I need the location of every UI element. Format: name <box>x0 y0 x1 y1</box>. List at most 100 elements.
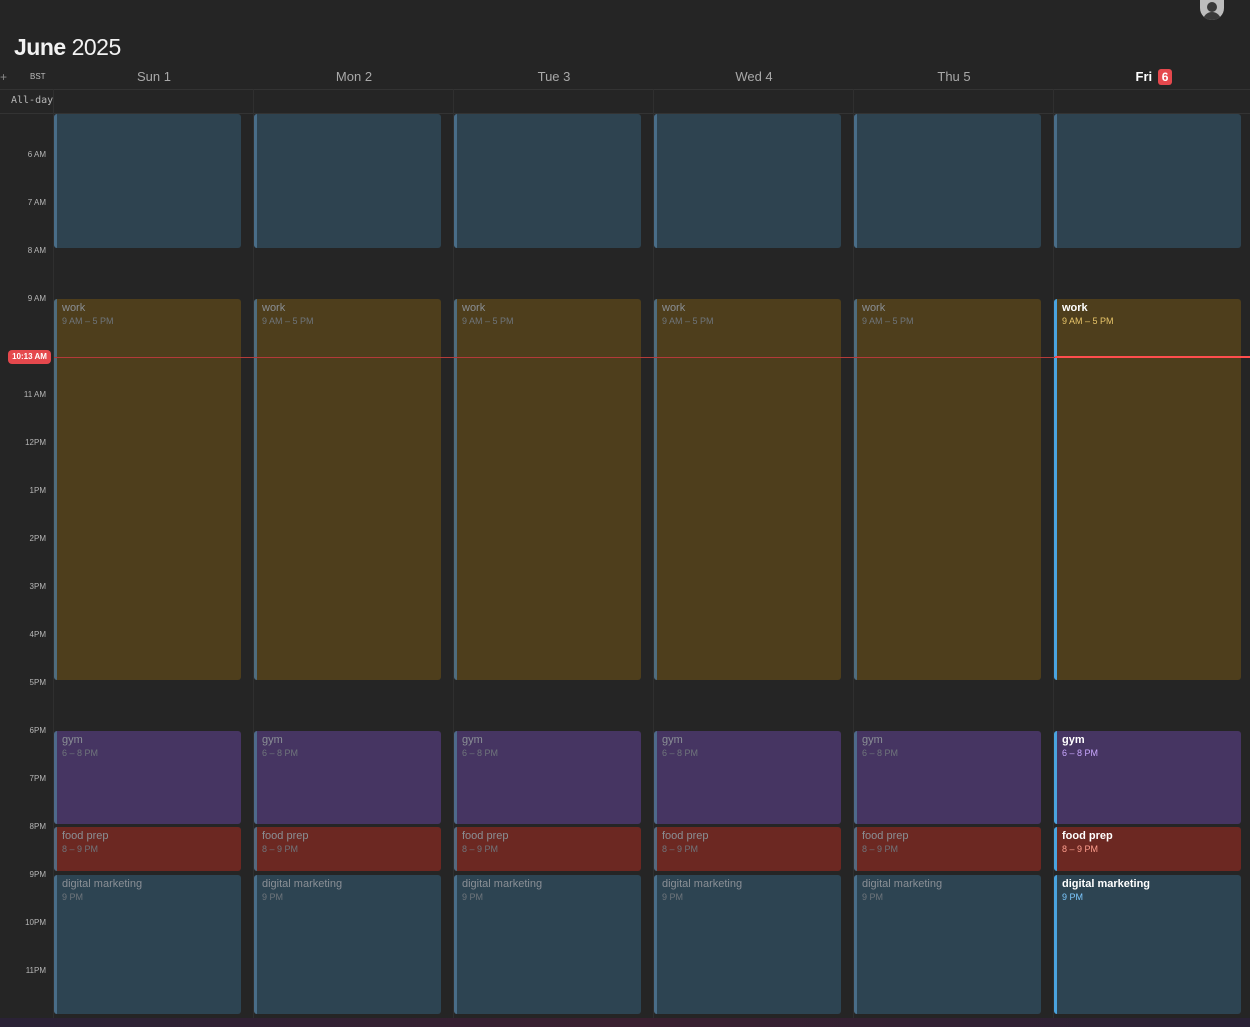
event-title: work <box>262 302 286 314</box>
event-morning-block[interactable] <box>654 114 841 248</box>
user-avatar[interactable] <box>1200 0 1224 20</box>
event-title: digital marketing <box>662 878 743 890</box>
header-divider <box>0 89 1250 90</box>
event-morning-block[interactable] <box>254 114 441 248</box>
event-title: gym <box>462 734 483 746</box>
event-time: 9 PM <box>262 892 284 902</box>
hour-label: 3PM <box>29 582 46 591</box>
event-time: 8 – 9 PM <box>262 844 299 854</box>
day-header-thu[interactable]: Thu 5 <box>854 69 1054 85</box>
event-title: digital marketing <box>262 878 343 890</box>
event-title: work <box>662 302 686 314</box>
event-food-prep[interactable]: food prep 8 – 9 PM <box>254 827 441 871</box>
event-time: 9 AM – 5 PM <box>662 316 714 326</box>
timezone-label: BST <box>30 72 46 81</box>
event-time: 9 PM <box>462 892 484 902</box>
day-header-mon[interactable]: Mon 2 <box>254 69 454 85</box>
event-digital-marketing[interactable]: digital marketing 9 PM <box>254 875 441 1014</box>
event-time: 9 PM <box>62 892 84 902</box>
hour-label: 10PM <box>25 918 46 927</box>
event-time: 6 – 8 PM <box>862 748 899 758</box>
bottom-taskbar <box>0 1018 1250 1027</box>
hour-label: 6PM <box>29 726 46 735</box>
event-food-prep[interactable]: food prep 8 – 9 PM <box>454 827 641 871</box>
event-title: gym <box>1062 734 1085 746</box>
event-title: digital marketing <box>62 878 143 890</box>
hour-label: 11PM <box>25 966 46 975</box>
hour-label: 9PM <box>29 870 46 879</box>
title-year: 2025 <box>71 34 122 60</box>
event-time: 6 – 8 PM <box>262 748 299 758</box>
event-digital-marketing[interactable]: digital marketing 9 PM <box>854 875 1041 1014</box>
event-morning-block[interactable] <box>854 114 1041 248</box>
event-time: 6 – 8 PM <box>662 748 699 758</box>
event-food-prep-today[interactable]: food prep 8 – 9 PM <box>1054 827 1241 871</box>
day-header-tue[interactable]: Tue 3 <box>454 69 654 85</box>
event-title: food prep <box>862 830 909 842</box>
event-morning-block[interactable] <box>1054 114 1241 248</box>
hour-label: 5PM <box>29 678 46 687</box>
day-header-sun[interactable]: Sun 1 <box>54 69 254 85</box>
event-gym[interactable]: gym 6 – 8 PM <box>254 731 441 824</box>
event-digital-marketing[interactable]: digital marketing 9 PM <box>54 875 241 1014</box>
event-food-prep[interactable]: food prep 8 – 9 PM <box>54 827 241 871</box>
event-time: 6 – 8 PM <box>1062 748 1099 758</box>
avatar-head <box>1207 2 1217 12</box>
event-title: gym <box>62 734 83 746</box>
event-gym[interactable]: gym 6 – 8 PM <box>654 731 841 824</box>
current-time-badge: 10:13 AM <box>8 350 51 364</box>
event-food-prep[interactable]: food prep 8 – 9 PM <box>654 827 841 871</box>
event-title: food prep <box>662 830 709 842</box>
event-gym[interactable]: gym 6 – 8 PM <box>54 731 241 824</box>
hour-label: 11 AM <box>23 390 46 399</box>
day-header-fri[interactable]: Fri 6 <box>1054 69 1250 85</box>
event-title: work <box>62 302 86 314</box>
day-header-fri-label: Fri <box>1135 69 1153 84</box>
title-month: June <box>14 34 66 60</box>
event-food-prep[interactable]: food prep 8 – 9 PM <box>854 827 1041 871</box>
hour-label: 2PM <box>29 534 46 543</box>
event-time: 9 PM <box>862 892 884 902</box>
event-time: 9 PM <box>1062 892 1084 902</box>
today-date-badge: 6 <box>1157 69 1173 85</box>
day-header-wed[interactable]: Wed 4 <box>654 69 854 85</box>
event-title: food prep <box>462 830 509 842</box>
event-title: work <box>1062 302 1088 314</box>
event-time: 8 – 9 PM <box>1062 844 1099 854</box>
event-time: 9 AM – 5 PM <box>262 316 314 326</box>
event-gym-today[interactable]: gym 6 – 8 PM <box>1054 731 1241 824</box>
hour-label: 4PM <box>29 630 46 639</box>
hour-label: 1PM <box>29 486 46 495</box>
event-digital-marketing[interactable]: digital marketing 9 PM <box>454 875 641 1014</box>
event-title: food prep <box>62 830 109 842</box>
event-digital-marketing-today[interactable]: digital marketing 9 PM <box>1054 875 1241 1014</box>
event-title: digital marketing <box>862 878 943 890</box>
hour-label: 7PM <box>29 774 46 783</box>
avatar-body <box>1203 12 1221 20</box>
event-title: digital marketing <box>1062 878 1151 890</box>
hour-label: 8PM <box>29 822 46 831</box>
event-gym[interactable]: gym 6 – 8 PM <box>854 731 1041 824</box>
event-gym[interactable]: gym 6 – 8 PM <box>454 731 641 824</box>
event-time: 9 PM <box>662 892 684 902</box>
event-title: digital marketing <box>462 878 543 890</box>
event-title: work <box>862 302 886 314</box>
event-time: 9 AM – 5 PM <box>862 316 914 326</box>
event-time: 9 AM – 5 PM <box>462 316 514 326</box>
event-time: 8 – 9 PM <box>662 844 699 854</box>
event-time: 8 – 9 PM <box>462 844 499 854</box>
hour-label: 9 AM <box>27 294 46 303</box>
event-title: food prep <box>1062 830 1113 842</box>
event-morning-block[interactable] <box>54 114 241 248</box>
hour-label: 7 AM <box>27 198 46 207</box>
event-digital-marketing[interactable]: digital marketing 9 PM <box>654 875 841 1014</box>
current-time-line-today <box>1055 356 1250 358</box>
event-morning-block[interactable] <box>454 114 641 248</box>
event-time: 9 AM – 5 PM <box>62 316 114 326</box>
hour-label: 12PM <box>25 438 46 447</box>
hour-label: 6 AM <box>27 150 46 159</box>
event-time: 9 AM – 5 PM <box>1062 316 1114 326</box>
add-button[interactable]: + <box>0 70 8 84</box>
event-time: 6 – 8 PM <box>462 748 499 758</box>
event-title: gym <box>262 734 283 746</box>
